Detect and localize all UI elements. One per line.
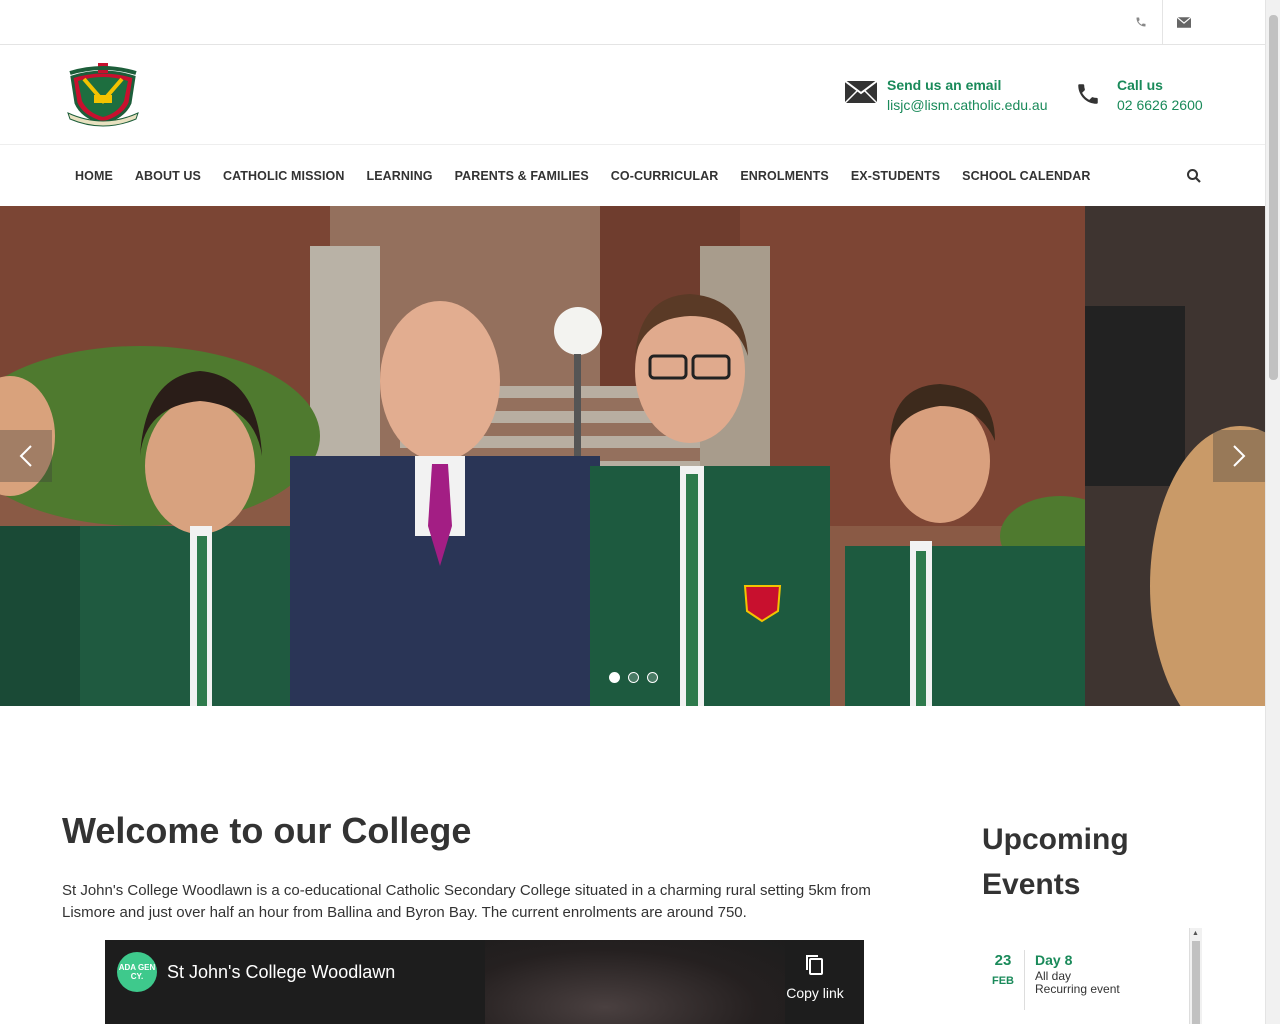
- search-icon[interactable]: [1186, 168, 1202, 184]
- nav-item-about-us[interactable]: ABOUT US: [124, 169, 212, 183]
- slider-prev-button[interactable]: [0, 430, 52, 482]
- youtube-video-embed[interactable]: ADA GEN CY. St John's College Woodlawn C…: [105, 940, 864, 1024]
- mail-icon[interactable]: [1162, 0, 1204, 44]
- contact-call-title: Call us: [1117, 77, 1163, 93]
- phone-icon[interactable]: [1120, 0, 1162, 44]
- event-date: 23 FEB: [982, 950, 1024, 1010]
- event-divider: [1024, 950, 1025, 1010]
- event-item[interactable]: 23 FEB Day 8 All day Recurring event: [982, 950, 1120, 1010]
- nav-item-co-curricular[interactable]: CO-CURRICULAR: [600, 169, 730, 183]
- page-scrollbar[interactable]: [1265, 0, 1280, 1024]
- copy-link-button[interactable]: Copy link: [785, 954, 845, 1001]
- events-scrollbar[interactable]: ▲: [1189, 928, 1202, 1024]
- chevron-right-icon: [1233, 445, 1246, 467]
- events-list: 23 FEB Day 8 All day Recurring event: [982, 928, 1202, 1024]
- video-thumbnail: [485, 940, 785, 1024]
- college-logo[interactable]: [64, 63, 142, 127]
- slider-dot-1[interactable]: [609, 672, 620, 683]
- envelope-icon: [844, 80, 878, 113]
- copy-link-label: Copy link: [786, 985, 844, 1001]
- slider-next-button[interactable]: [1213, 430, 1265, 482]
- nav-item-parents-families[interactable]: PARENTS & FAMILIES: [444, 169, 600, 183]
- contact-email-title: Send us an email: [887, 77, 1002, 93]
- chevron-left-icon: [19, 445, 32, 467]
- nav-item-ex-students[interactable]: EX-STUDENTS: [840, 169, 951, 183]
- contact-email-value[interactable]: lisjc@lism.catholic.edu.au: [887, 95, 1048, 115]
- hero-slider[interactable]: [0, 206, 1265, 706]
- nav-item-school-calendar[interactable]: SCHOOL CALENDAR: [951, 169, 1101, 183]
- upcoming-events-title: Upcoming Events: [982, 823, 1129, 901]
- hero-photo: [0, 206, 1265, 706]
- channel-logo[interactable]: ADA GEN CY.: [117, 952, 157, 992]
- video-title[interactable]: St John's College Woodlawn: [167, 962, 395, 983]
- welcome-intro: St John's College Woodlawn is a co-educa…: [62, 882, 871, 921]
- page-scroll-thumb[interactable]: [1269, 15, 1278, 380]
- event-month: FEB: [992, 975, 1014, 987]
- contact-email[interactable]: Send us an email lisjc@lism.catholic.edu…: [844, 75, 1048, 115]
- event-recurrence: Recurring event: [1035, 982, 1120, 996]
- events-scroll-thumb[interactable]: [1192, 941, 1200, 1024]
- nav-item-enrolments[interactable]: ENROLMENTS: [729, 169, 840, 183]
- welcome-title: Welcome to our College: [62, 810, 472, 851]
- main-navigation: HOME ABOUT US CATHOLIC MISSION LEARNING …: [0, 146, 1265, 206]
- site-header: Send us an email lisjc@lism.catholic.edu…: [0, 45, 1265, 145]
- event-title[interactable]: Day 8: [1035, 950, 1120, 970]
- contact-call[interactable]: Call us 02 6626 2600: [1075, 75, 1203, 115]
- copy-icon: [806, 955, 823, 975]
- top-utility-bar: [0, 0, 1265, 45]
- slider-dot-3[interactable]: [647, 672, 658, 683]
- scroll-up-arrow-icon[interactable]: ▲: [1192, 930, 1199, 937]
- slider-pagination: [609, 672, 658, 683]
- event-day: 23: [994, 952, 1012, 969]
- phone-handset-icon: [1075, 81, 1107, 113]
- nav-item-learning[interactable]: LEARNING: [356, 169, 444, 183]
- nav-item-catholic-mission[interactable]: CATHOLIC MISSION: [212, 169, 356, 183]
- slider-dot-2[interactable]: [628, 672, 639, 683]
- contact-call-value[interactable]: 02 6626 2600: [1117, 95, 1203, 115]
- nav-item-home[interactable]: HOME: [64, 169, 124, 183]
